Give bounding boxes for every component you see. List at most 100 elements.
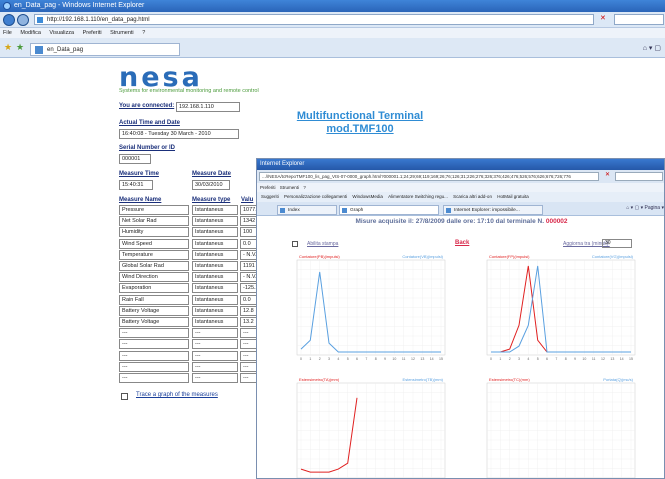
- chart-title-right: Contatore(VB)(impulsi): [402, 254, 443, 259]
- measures-title-text: Misure acquisite il: 27/8/2009 dalle ore…: [355, 218, 545, 225]
- measure-name-cell: Humidity: [119, 227, 189, 238]
- measure-date-value: 30/03/2010: [192, 180, 230, 190]
- measure-name-cell: Wind Direction: [119, 272, 189, 283]
- page-icon: [37, 17, 43, 23]
- window2-menu-favorites[interactable]: Preferiti: [260, 185, 276, 190]
- window2-menu-bar: Preferiti Strumenti ?: [257, 183, 664, 192]
- trace-graph-link[interactable]: Trace a graph of the measures: [136, 392, 218, 398]
- measure-name-cell: Rain Fall: [119, 294, 189, 305]
- tab-error[interactable]: Internet Explorer: impossibile...: [443, 205, 543, 215]
- x-tick-label: 14: [620, 357, 624, 361]
- chart-title-left: Contatore(PB)(impulsi): [299, 254, 340, 259]
- back-icon[interactable]: [3, 14, 15, 26]
- page-icon: [280, 208, 285, 213]
- x-tick-label: 6: [356, 357, 358, 361]
- x-tick-label: 13: [420, 357, 424, 361]
- main-title-line2: mod.TMF100: [326, 123, 394, 135]
- print-checkbox[interactable]: [292, 241, 298, 247]
- url-field[interactable]: http://192.168.1.110/en_data_pag.html: [34, 14, 594, 25]
- fav-windowsmedia[interactable]: WindowsMedia: [352, 194, 383, 199]
- forward-icon[interactable]: [17, 14, 29, 26]
- fav-hotmail[interactable]: HotMail gratuita: [497, 194, 529, 199]
- measure-type-cell: ---: [192, 328, 238, 339]
- x-tick-label: 12: [601, 357, 605, 361]
- measure-type-cell: Istantaneus: [192, 205, 238, 215]
- menu-tools[interactable]: Strumenti: [110, 30, 134, 36]
- measure-type-cell: ---: [192, 373, 238, 383]
- graph-browser-window: Internet Explorer ...//NESA/tcRepoTMF100…: [256, 158, 665, 479]
- back-link[interactable]: Back: [455, 240, 469, 246]
- charts-area: Contatore(PB)(impulsi) Contatore(VB)(impu…: [296, 254, 636, 478]
- window-title: en_Data_pag - Windows Internet Explorer: [14, 2, 145, 9]
- chart-title-left: Estensimetro(TA)(mm): [299, 377, 340, 382]
- home-icon[interactable]: ⌂ ▾ ▢: [643, 44, 661, 52]
- serial-value: 000001: [119, 154, 151, 164]
- x-tick-label: 0: [490, 357, 492, 361]
- x-tick-label: 9: [574, 357, 576, 361]
- x-tick-label: 12: [411, 357, 415, 361]
- x-tick-label: 8: [565, 357, 567, 361]
- window2-menu-help[interactable]: ?: [303, 185, 306, 190]
- menu-file[interactable]: File: [3, 30, 12, 36]
- tab-index[interactable]: Index: [277, 205, 337, 215]
- fav-suggested[interactable]: Suggeriti: [261, 194, 279, 199]
- measures-title: Misure acquisite il: 27/8/2009 dalle ore…: [257, 218, 664, 225]
- measure-name-cell: ---: [119, 373, 189, 383]
- x-tick-label: 15: [629, 357, 633, 361]
- tab-graph-label: Graph: [350, 208, 364, 213]
- main-title: Multifunctional Terminal mod.TMF100: [272, 110, 448, 136]
- chart-title-left: Estensimetro(TC)(mm): [489, 377, 530, 382]
- graph-page: Misure acquisite il: 27/8/2009 dalle ore…: [257, 216, 664, 478]
- measure-type-cell: Istantaneus: [192, 227, 238, 238]
- tab-graph[interactable]: Graph: [339, 205, 439, 215]
- fav-power-supply[interactable]: Alimentatore Switching regu...: [388, 194, 448, 199]
- print-label[interactable]: Abilita stampa: [307, 241, 338, 247]
- window2-menu-tools[interactable]: Strumenti: [280, 185, 299, 190]
- x-tick-label: 1: [309, 357, 311, 361]
- menu-favorites[interactable]: Preferiti: [83, 30, 102, 36]
- x-tick-label: 13: [610, 357, 614, 361]
- add-favorite-icon[interactable]: ★: [16, 42, 24, 53]
- x-tick-label: 7: [365, 357, 367, 361]
- time-value: 16:40:08 - Tuesday 30 March - 2010: [119, 129, 239, 139]
- search-input[interactable]: [614, 14, 664, 25]
- page-icon: [35, 46, 43, 54]
- measure-type-cell: Istantaneus: [192, 305, 238, 316]
- menu-view[interactable]: Visualizza: [49, 30, 74, 36]
- menu-edit[interactable]: Modifica: [20, 30, 40, 36]
- trace-checkbox[interactable]: [121, 393, 128, 400]
- window2-search-input[interactable]: [615, 172, 663, 181]
- measure-time-value: 15:40:31: [119, 180, 153, 190]
- x-tick-label: 3: [518, 357, 520, 361]
- window2-stop-icon[interactable]: ✕: [605, 171, 610, 178]
- measure-name-cell: Temperature: [119, 249, 189, 260]
- x-tick-label: 8: [375, 357, 377, 361]
- page-icon: [446, 208, 451, 213]
- menu-help[interactable]: ?: [142, 30, 145, 36]
- measure-date-label: Measure Date: [192, 171, 232, 177]
- measure-type-cell: Istantaneus: [192, 238, 238, 249]
- home-icon[interactable]: ⌂ ▾ ▢ ▾ Pagina ▾: [626, 205, 664, 211]
- fav-addons[interactable]: Scarica altri add-on: [453, 194, 492, 199]
- chart-title-left: Contatore(FP)(impulsi): [489, 254, 530, 259]
- fav-links[interactable]: Personalizzazione collegamenti: [284, 194, 347, 199]
- tab-en-data-pag[interactable]: en_Data_pag: [30, 43, 180, 56]
- refresh-input[interactable]: 30: [602, 239, 632, 248]
- main-title-line1: Multifunctional Terminal: [296, 110, 424, 122]
- x-tick-label: 11: [592, 357, 596, 361]
- measure-type-cell: ---: [192, 350, 238, 361]
- measure-time-label: Measure Time: [119, 171, 159, 177]
- window2-url-field[interactable]: ...//NESA/tcRepoTMF100_lis_pag_VIS-07-00…: [259, 172, 599, 181]
- page-icon: [342, 208, 347, 213]
- measure-type-cell: Istantaneus: [192, 216, 238, 227]
- x-tick-label: 2: [319, 357, 321, 361]
- url-text: http://192.168.1.110/en_data_pag.html: [47, 17, 150, 23]
- favorites-star-icon[interactable]: ★: [4, 42, 12, 53]
- x-tick-label: 3: [328, 357, 330, 361]
- x-tick-label: 5: [537, 357, 539, 361]
- x-tick-label: 14: [430, 357, 434, 361]
- menu-bar: File Modifica Visualizza Preferiti Strum…: [0, 28, 665, 38]
- x-tick-label: 0: [300, 357, 302, 361]
- x-tick-label: 15: [439, 357, 443, 361]
- stop-icon[interactable]: ✕: [600, 14, 606, 22]
